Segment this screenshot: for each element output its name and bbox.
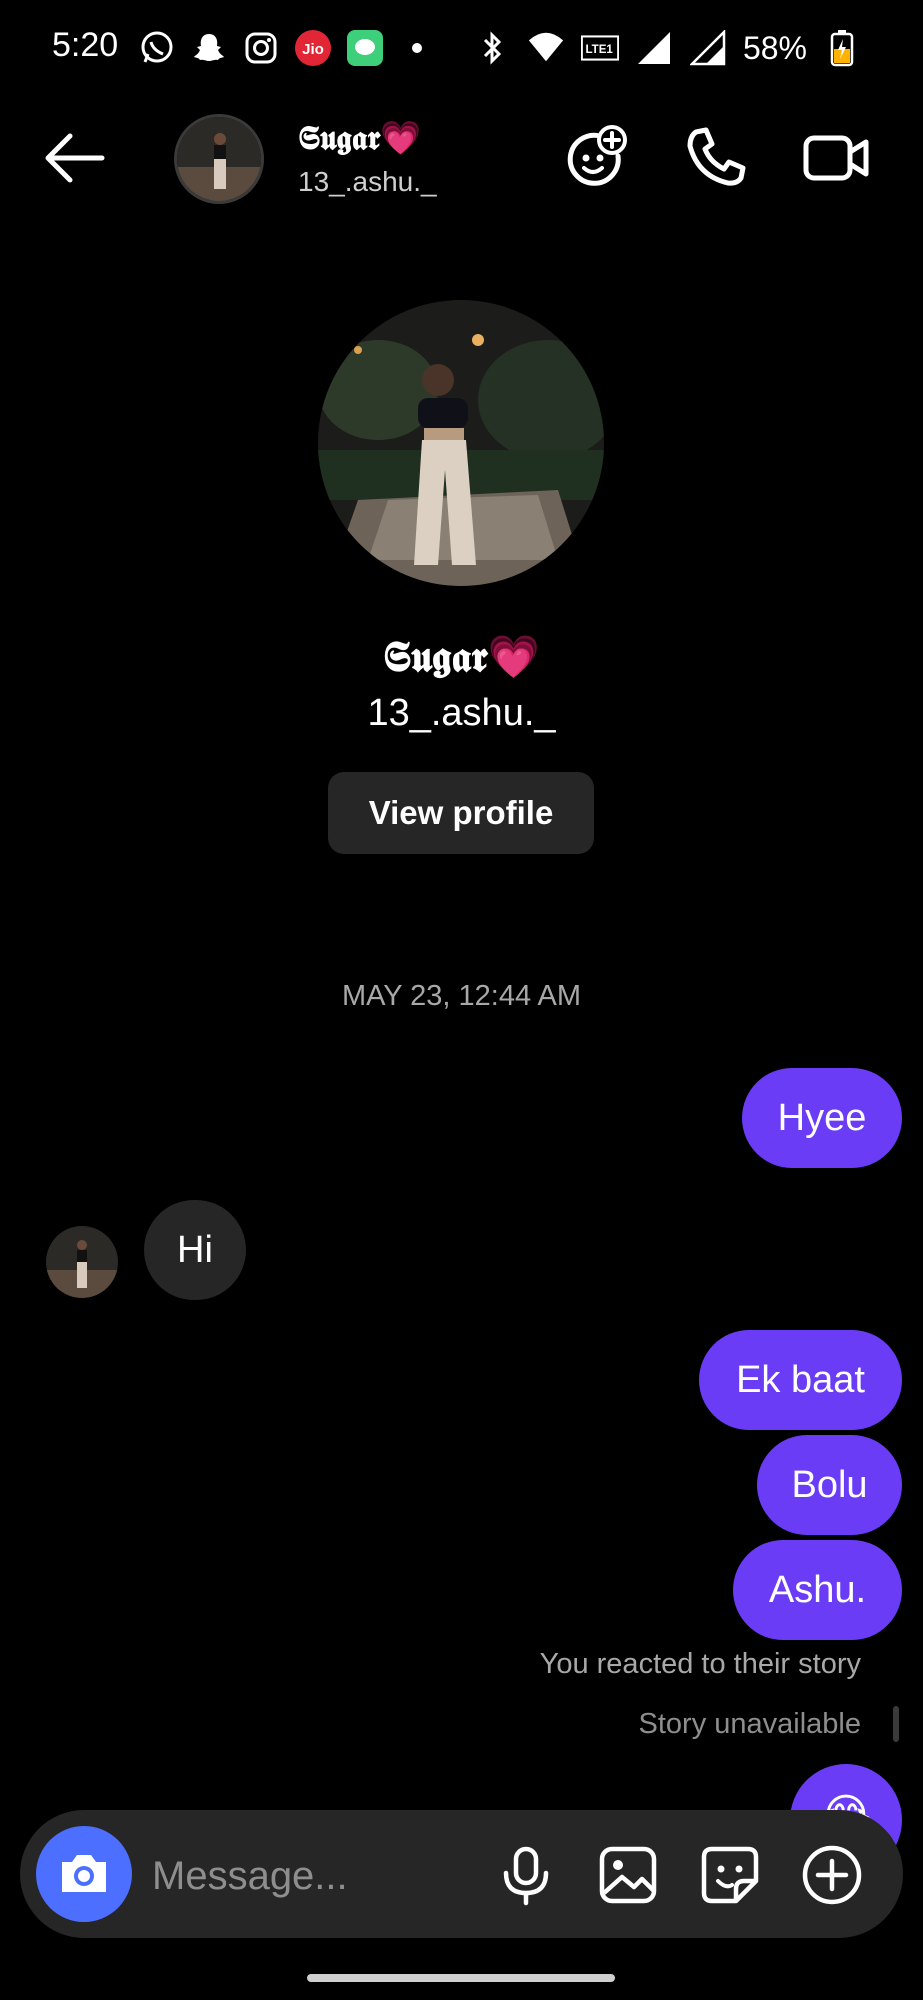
message-bubble-outgoing[interactable]: Ashu. [733, 1540, 902, 1640]
profile-avatar[interactable] [318, 300, 604, 586]
phone-call-icon [687, 127, 746, 186]
header-display-name[interactable]: 𝕾𝖚𝖌𝖆𝖗💗 [298, 118, 421, 158]
battery-percent: 58% [742, 29, 807, 66]
svg-text:Jio: Jio [302, 41, 324, 58]
gallery-button[interactable] [596, 1843, 660, 1907]
message-bubble-outgoing[interactable]: Ek baat [699, 1330, 902, 1430]
sender-avatar[interactable] [46, 1226, 118, 1298]
status-left-icons: Jio [138, 26, 436, 70]
back-arrow-icon [45, 133, 105, 183]
message-bubble-outgoing[interactable]: Hyee [742, 1068, 902, 1168]
message-bubble-outgoing[interactable]: Bolu [757, 1435, 902, 1535]
volte-icon: LTE1 [580, 29, 619, 67]
message-input[interactable] [150, 1840, 474, 1912]
messages-icon [346, 29, 384, 67]
home-indicator[interactable] [307, 1974, 615, 1982]
gallery-icon [599, 1846, 657, 1904]
camera-button[interactable] [36, 1826, 132, 1922]
profile-username: 13_.ashu._ [367, 692, 556, 734]
signal-roaming-icon [689, 29, 727, 67]
header-avatar[interactable] [174, 114, 264, 204]
jio-icon: Jio [294, 29, 332, 67]
video-call-icon [803, 135, 869, 181]
story-status-label: Story unavailable [638, 1708, 861, 1740]
date-separator: MAY 23, 12:44 AM [341, 980, 582, 1012]
svg-text:LTE1: LTE1 [585, 44, 613, 56]
voice-message-button[interactable] [494, 1843, 558, 1907]
more-options-button[interactable] [800, 1843, 864, 1907]
profile-display-name: 𝕾𝖚𝖌𝖆𝖗💗 [382, 632, 540, 681]
voice-call-button[interactable] [680, 122, 752, 194]
camera-icon [62, 1855, 106, 1892]
avatar-photo [46, 1226, 118, 1298]
battery-charging-icon [823, 29, 861, 67]
status-time: 5:20 [52, 26, 119, 64]
whatsapp-icon [138, 29, 176, 67]
status-right-icons: LTE1 58% [473, 26, 861, 70]
sticker-button[interactable] [698, 1843, 762, 1907]
bluetooth-icon [473, 29, 511, 67]
sticker-icon [701, 1846, 759, 1904]
story-reaction-label: You reacted to their story [539, 1648, 861, 1680]
microphone-icon [503, 1846, 549, 1906]
plus-icon [802, 1845, 862, 1905]
dot-icon [398, 29, 436, 67]
snapchat-icon [190, 29, 228, 67]
header-username[interactable]: 13_.ashu._ [298, 166, 437, 198]
story-preview-bar [893, 1706, 899, 1742]
profile-photo [318, 300, 604, 586]
wifi-icon [527, 29, 565, 67]
instagram-icon [242, 29, 280, 67]
message-bubble-incoming[interactable]: Hi [144, 1200, 246, 1300]
back-button[interactable] [40, 128, 106, 188]
signal-icon [635, 29, 673, 67]
view-profile-button[interactable]: View profile [328, 772, 594, 854]
video-call-button[interactable] [800, 122, 872, 194]
avatar-photo [177, 117, 261, 201]
add-effects-icon [567, 125, 627, 186]
add-effects-button[interactable] [560, 122, 632, 194]
